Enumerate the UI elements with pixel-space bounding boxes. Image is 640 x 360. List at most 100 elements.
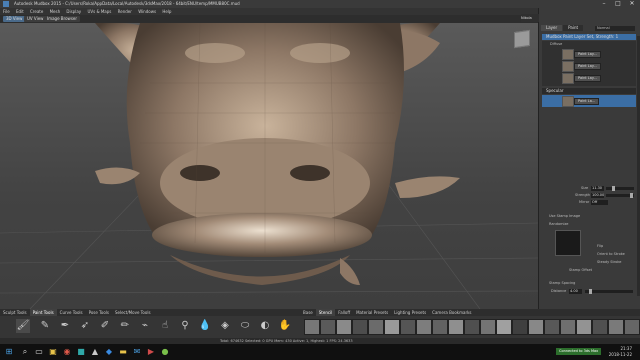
menu-edit[interactable]: Edit <box>16 9 24 14</box>
paint-layer-3[interactable]: Paint Lay... <box>574 75 601 82</box>
tab-3d-view[interactable]: 3D View <box>3 16 26 22</box>
chrome-icon[interactable]: ◉ <box>62 347 72 357</box>
menu-display[interactable]: Display <box>66 9 81 14</box>
tab-select-move-tools[interactable]: Select/Move Tools <box>112 309 154 316</box>
flip-label[interactable]: Flip <box>597 244 603 249</box>
tab-image-browser[interactable]: Image Browser <box>44 16 81 22</box>
stencil-thumb[interactable] <box>416 319 432 335</box>
tab-lighting-presets[interactable]: Lighting Presets <box>391 309 429 316</box>
menu-create[interactable]: Create <box>30 9 43 14</box>
paint-brush-icon[interactable]: 🖌 <box>16 319 30 333</box>
mirror-dropdown[interactable]: Off <box>591 200 608 205</box>
tab-paint-tools[interactable]: Paint Tools <box>29 309 57 316</box>
paint-layer-1[interactable]: Paint Lay... <box>574 51 601 58</box>
photoshop-icon[interactable]: ◆ <box>104 347 114 357</box>
stencil-thumb[interactable] <box>464 319 480 335</box>
menu-uvs-maps[interactable]: UVs & Maps <box>87 9 111 14</box>
paint-layer-2[interactable]: Paint Lay... <box>574 63 601 70</box>
stamp-spacing-checkbox[interactable]: Stamp Spacing <box>549 281 575 286</box>
steady-stroke-label[interactable]: Steady Stroke <box>597 260 621 265</box>
media-icon[interactable]: ▶ <box>146 347 156 357</box>
tab-curve-tools[interactable]: Curve Tools <box>57 309 86 316</box>
stencil-thumb[interactable] <box>304 319 320 335</box>
stencil-thumb[interactable] <box>560 319 576 335</box>
burn-icon[interactable]: ✋ <box>278 319 292 333</box>
folder-icon[interactable]: ▬ <box>118 347 128 357</box>
dodge-icon[interactable]: ◐ <box>258 319 272 333</box>
max-icon[interactable]: ■ <box>76 347 86 357</box>
tab-base[interactable]: Base <box>300 309 316 316</box>
menu-windows[interactable]: Windows <box>138 9 156 14</box>
menu-file[interactable]: File <box>3 9 10 14</box>
stencil-thumb[interactable] <box>480 319 496 335</box>
randomize-label[interactable]: Randomize <box>549 222 568 227</box>
stencil-thumb[interactable] <box>496 319 512 335</box>
tab-falloff[interactable]: Falloff <box>335 309 353 316</box>
app-icon[interactable]: ● <box>160 347 170 357</box>
eraser-icon[interactable]: ✐ <box>98 319 112 333</box>
specular-header[interactable]: Specular <box>542 88 636 94</box>
stencil-thumb[interactable] <box>608 319 624 335</box>
pen-icon[interactable]: ✒ <box>58 319 72 333</box>
stencil-thumb[interactable] <box>352 319 368 335</box>
stencil-thumb[interactable] <box>432 319 448 335</box>
connection-notification[interactable]: Connected to 3ds Max <box>556 348 602 355</box>
3d-viewport[interactable] <box>0 23 538 309</box>
distance-value[interactable]: 4.00 <box>569 289 582 294</box>
fill-icon[interactable]: ◈ <box>218 319 232 333</box>
explorer-icon[interactable]: ▣ <box>48 347 58 357</box>
dry-brush-icon[interactable]: ✏ <box>118 319 132 333</box>
close-button[interactable]: ✕ <box>626 0 638 8</box>
eyedropper-icon[interactable]: ⚲ <box>178 319 192 333</box>
layer-set-header[interactable]: Mudbox Paint Layer Set, Strength: 1 <box>542 34 636 40</box>
mudbox-icon[interactable]: ▲ <box>90 347 100 357</box>
tab-pose-tools[interactable]: Pose Tools <box>86 309 112 316</box>
strength-value[interactable]: 100.00 <box>591 193 604 198</box>
stencil-thumb[interactable] <box>544 319 560 335</box>
tab-material-presets[interactable]: Material Presets <box>353 309 391 316</box>
clock[interactable]: 21:37 2018-11-22 <box>609 346 632 358</box>
use-stamp-checkbox[interactable]: Use Stamp Image <box>549 214 580 219</box>
menu-mesh[interactable]: Mesh <box>50 9 61 14</box>
stencil-thumb[interactable] <box>336 319 352 335</box>
stencil-thumb[interactable] <box>576 319 592 335</box>
windows-icon[interactable]: ⊞ <box>4 347 14 357</box>
blend-dropdown[interactable]: Normal <box>595 26 635 31</box>
strength-slider[interactable] <box>606 193 634 198</box>
smudge-icon[interactable]: ☝ <box>158 319 172 333</box>
size-value[interactable]: 11.30 <box>591 186 604 191</box>
task-view-icon[interactable]: ▭ <box>34 347 44 357</box>
specular-layer-row[interactable]: Paint La... <box>542 95 636 107</box>
sponge-icon[interactable]: ⬭ <box>238 319 252 333</box>
tab-camera-bookmarks[interactable]: Camera Bookmarks <box>429 309 474 316</box>
mail-icon[interactable]: ✉ <box>132 347 142 357</box>
specular-paint-layer[interactable]: Paint La... <box>574 98 600 105</box>
stencil-thumb[interactable] <box>384 319 400 335</box>
clone-icon[interactable]: ⌁ <box>138 319 152 333</box>
stencil-thumb[interactable] <box>448 319 464 335</box>
menu-help[interactable]: Help <box>162 9 171 14</box>
tab-sculpt-tools[interactable]: Sculpt Tools <box>0 309 30 316</box>
stencil-thumb[interactable] <box>512 319 528 335</box>
stencil-thumb[interactable] <box>368 319 384 335</box>
tab-stencil[interactable]: Stencil <box>315 309 336 316</box>
airbrush-icon[interactable]: ➶ <box>78 319 92 333</box>
search-icon[interactable]: ⌕ <box>20 347 30 357</box>
stamp-preview[interactable] <box>555 230 581 256</box>
stencil-thumb[interactable] <box>592 319 608 335</box>
tab-paint[interactable]: Paint <box>563 25 584 31</box>
tab-layer[interactable]: Layer <box>541 25 563 31</box>
distance-slider[interactable] <box>585 289 633 294</box>
stencil-thumb[interactable] <box>624 319 640 335</box>
blur-icon[interactable]: 💧 <box>198 319 212 333</box>
size-slider[interactable] <box>606 186 634 191</box>
stencil-thumb[interactable] <box>528 319 544 335</box>
user-name[interactable]: Nikola <box>521 14 539 22</box>
stencil-thumb[interactable] <box>320 319 336 335</box>
stencil-thumb[interactable] <box>400 319 416 335</box>
minimize-button[interactable]: – <box>598 0 610 8</box>
menu-render[interactable]: Render <box>118 9 132 14</box>
orient-to-stroke-label[interactable]: Orient to Stroke <box>597 252 625 257</box>
view-cube[interactable] <box>514 29 530 49</box>
pencil-icon[interactable]: ✎ <box>38 319 52 333</box>
